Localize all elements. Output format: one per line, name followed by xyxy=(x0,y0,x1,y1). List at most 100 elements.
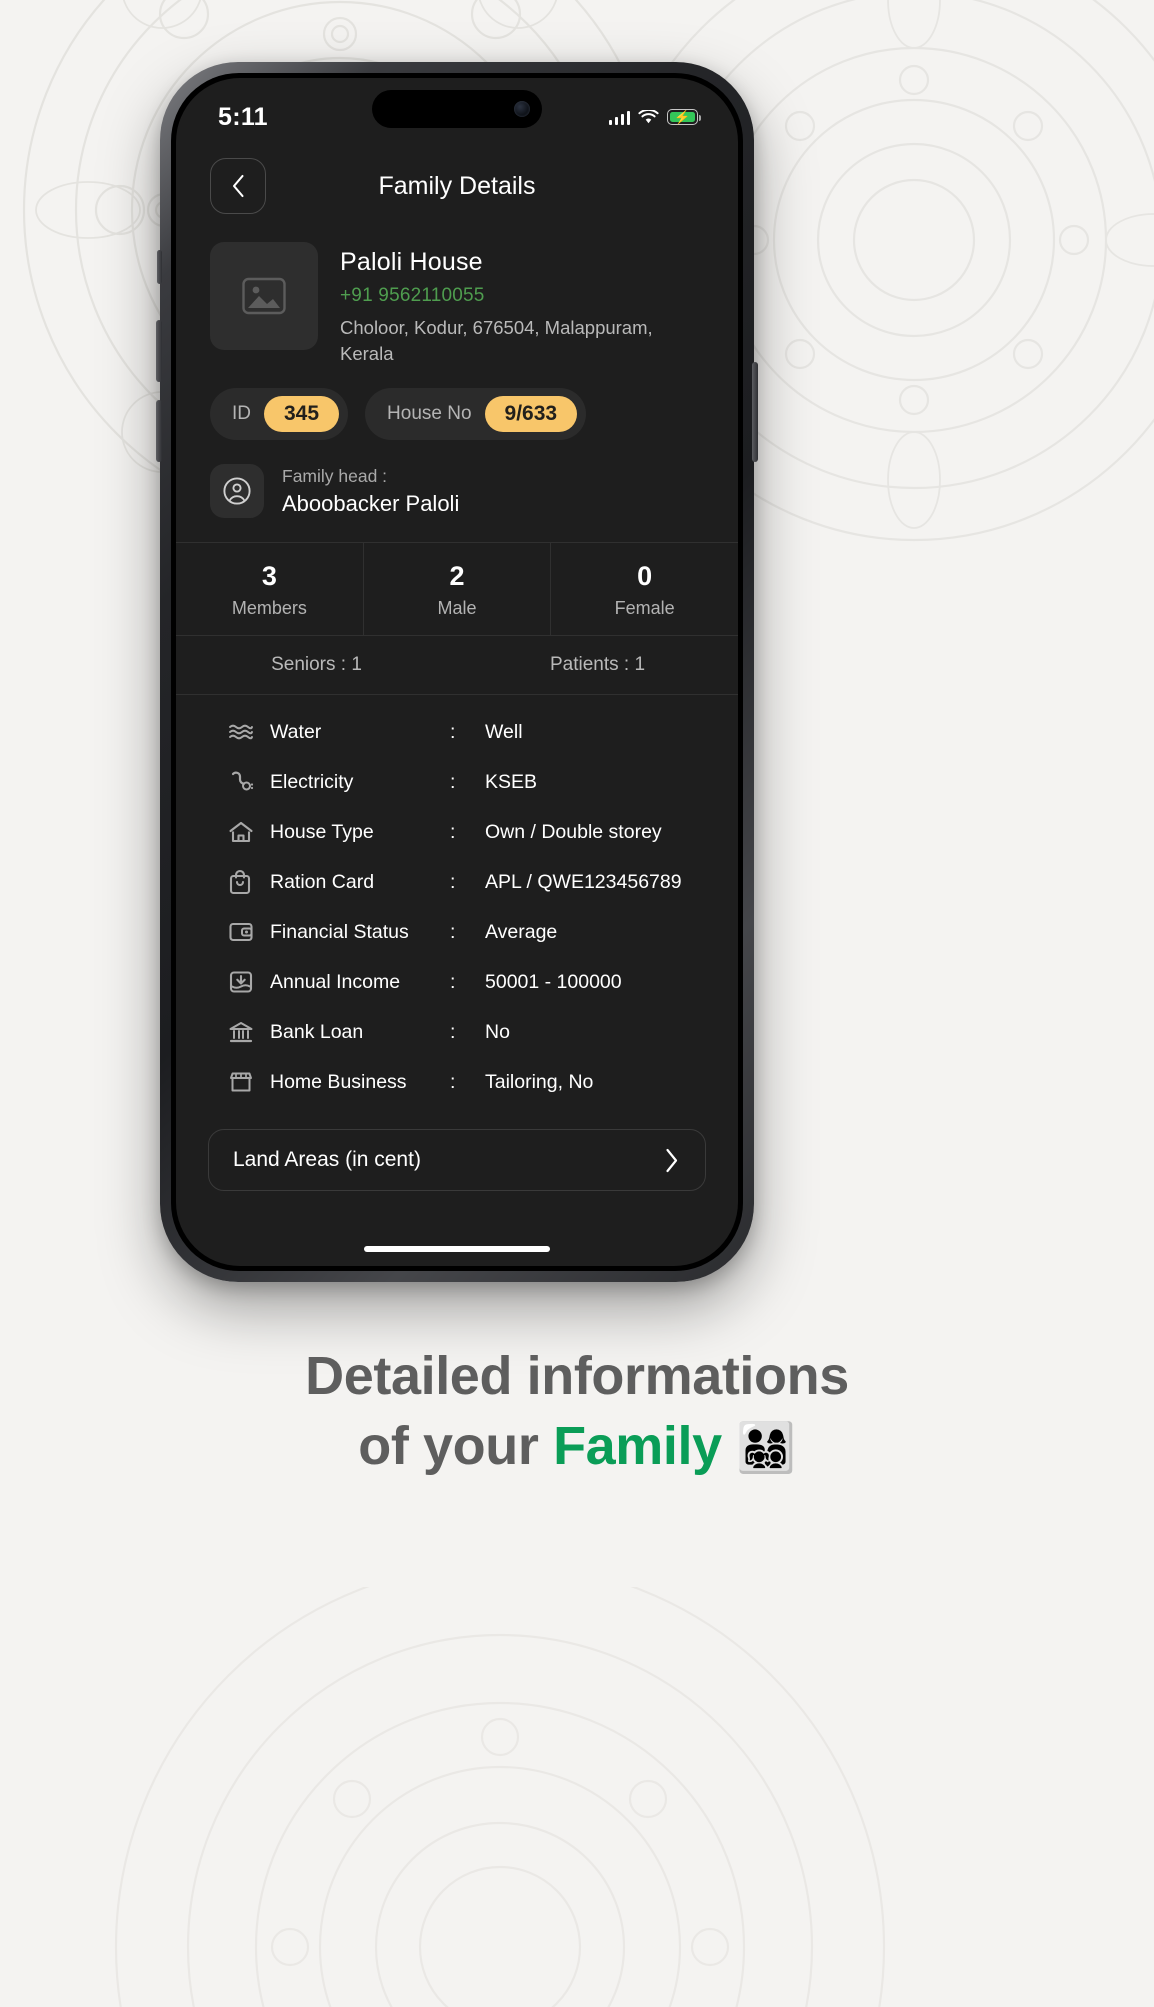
stat-members: 3 Members xyxy=(176,543,364,636)
cellular-signal-icon xyxy=(608,110,630,125)
house-info: Paloli House +91 9562110055 Choloor, Kod… xyxy=(340,242,670,366)
front-camera-icon xyxy=(514,101,530,117)
wallet-icon xyxy=(228,920,270,944)
house-name: Paloli House xyxy=(340,248,483,276)
status-bar: 5:11 ⚡ xyxy=(176,78,738,142)
detail-value-bank-loan: No xyxy=(485,1020,510,1043)
detail-list: Water : Well Electricity: KSEB House Ty… xyxy=(176,695,738,1107)
detail-row-home-business: Home Business : Tailoring, No xyxy=(228,1057,738,1107)
detail-label-water: Water xyxy=(270,720,322,743)
badge-id: ID 345 xyxy=(210,388,349,441)
promo-caption: Detailed informations of your Family 👨‍👩… xyxy=(0,1345,1154,1478)
stat-male-label: Male xyxy=(437,598,477,619)
caption-prefix: of your xyxy=(358,1415,554,1476)
phone-screen: 5:11 ⚡ Family Details Paloli House +91 9… xyxy=(176,78,738,1266)
family-head-label: Family head : xyxy=(282,465,388,486)
phone-frame: 5:11 ⚡ Family Details Paloli House +91 9… xyxy=(156,62,758,1282)
detail-row-electricity: Electricity : KSEB xyxy=(228,757,738,807)
stat-members-value: 3 xyxy=(261,561,277,592)
house-phone[interactable]: +91 9562110055 xyxy=(340,285,670,307)
detail-value-financial-status: Average xyxy=(485,920,558,943)
subcount-row: Seniors : 1 Patients : 1 xyxy=(176,635,738,696)
detail-row-financial-status: Financial Status : Average xyxy=(228,907,738,957)
subcount-seniors: Seniors : 1 xyxy=(271,654,362,676)
silent-switch[interactable] xyxy=(157,250,162,284)
detail-value-annual-income: 50001 - 100000 xyxy=(485,970,622,993)
home-indicator[interactable] xyxy=(364,1246,550,1252)
caption-line-1: Detailed informations xyxy=(305,1346,849,1406)
detail-label-ration-card: Ration Card xyxy=(270,870,375,893)
family-head-avatar xyxy=(210,464,264,519)
badge-row: ID 345 House No 9/633 xyxy=(176,366,738,441)
detail-colon-annual-income: : xyxy=(450,970,456,993)
volume-up-button[interactable] xyxy=(156,320,162,382)
home-icon xyxy=(228,820,270,844)
dynamic-island xyxy=(372,90,542,128)
detail-value-house-type: Own / Double storey xyxy=(485,820,662,843)
status-icons: ⚡ xyxy=(608,109,702,125)
charging-bolt-icon: ⚡ xyxy=(674,109,691,125)
family-head-texts: Family head : Aboobacker Paloli xyxy=(282,466,459,517)
power-button[interactable] xyxy=(752,362,758,462)
detail-colon-electricity: : xyxy=(450,770,456,793)
detail-colon-water: : xyxy=(450,720,456,743)
status-time: 5:11 xyxy=(218,102,268,131)
stat-female-label: Female xyxy=(614,598,675,619)
family-head-name: Aboobacker Paloli xyxy=(282,490,460,516)
stat-members-label: Members xyxy=(231,598,307,619)
stat-male: 2 Male xyxy=(364,543,552,636)
house-photo-placeholder[interactable] xyxy=(210,242,318,350)
family-details-content: Paloli House +91 9562110055 Choloor, Kod… xyxy=(176,220,738,1192)
stats-row: 3 Members 2 Male 0 Female xyxy=(176,542,738,636)
badge-house-no: House No 9/633 xyxy=(365,388,587,441)
detail-row-ration-card: Ration Card : APL / QWE123456789 xyxy=(228,857,738,907)
detail-colon-house-type: : xyxy=(450,820,456,843)
badge-id-label: ID xyxy=(232,403,251,425)
shopping-bag-icon xyxy=(228,869,270,895)
chevron-right-icon xyxy=(666,1148,678,1172)
detail-label-financial-status: Financial Status xyxy=(270,920,409,943)
detail-row-bank-loan: Bank Loan : No xyxy=(228,1007,738,1057)
family-head-row[interactable]: Family head : Aboobacker Paloli xyxy=(176,440,738,519)
detail-value-electricity: KSEB xyxy=(485,770,538,793)
detail-colon-home-business: : xyxy=(450,1070,456,1093)
detail-colon-bank-loan: : xyxy=(450,1020,456,1043)
detail-value-ration-card: APL / QWE123456789 xyxy=(485,870,682,893)
image-placeholder-icon xyxy=(242,277,286,315)
mandala-pattern-bottom xyxy=(115,1587,885,2007)
detail-value-home-business: Tailoring, No xyxy=(485,1070,594,1093)
family-emoji-icon: 👨‍👩‍👧‍👦 xyxy=(736,1421,796,1475)
detail-colon-ration-card: : xyxy=(450,870,456,893)
land-areas-label: Land Areas (in cent) xyxy=(233,1148,421,1172)
detail-label-house-type: House Type xyxy=(270,820,374,843)
land-areas-button[interactable]: Land Areas (in cent) xyxy=(208,1129,706,1192)
phone-bezel: 5:11 ⚡ Family Details Paloli House +91 9… xyxy=(171,73,743,1271)
badge-id-value: 345 xyxy=(264,396,340,433)
volume-down-button[interactable] xyxy=(156,400,162,462)
detail-row-annual-income: Annual Income : 50001 - 100000 xyxy=(228,957,738,1007)
income-tray-icon xyxy=(228,969,270,995)
detail-row-house-type: House Type : Own / Double storey xyxy=(228,807,738,857)
badge-house-no-label: House No xyxy=(387,403,472,425)
detail-label-electricity: Electricity xyxy=(270,770,354,793)
detail-value-water: Well xyxy=(485,720,523,743)
bank-icon xyxy=(228,1020,270,1044)
badge-house-no-value: 9/633 xyxy=(484,396,578,433)
detail-row-water: Water : Well xyxy=(228,707,738,757)
caption-accent-word: Family xyxy=(553,1415,722,1476)
caption-line-2: of your Family 👨‍👩‍👧‍👦 xyxy=(0,1415,1154,1479)
user-circle-icon xyxy=(223,477,251,505)
water-waves-icon xyxy=(228,722,270,742)
nav-bar: Family Details xyxy=(176,142,738,220)
detail-label-home-business: Home Business xyxy=(270,1070,407,1093)
back-button[interactable] xyxy=(210,158,266,214)
house-address: Choloor, Kodur, 676504, Malappuram, Kera… xyxy=(340,317,653,364)
storefront-icon xyxy=(228,1070,270,1094)
stat-male-value: 2 xyxy=(449,561,465,592)
stat-female-value: 0 xyxy=(637,561,653,592)
battery-charging-icon: ⚡ xyxy=(667,109,702,125)
house-summary-card: Paloli House +91 9562110055 Choloor, Kod… xyxy=(176,220,738,366)
detail-colon-financial-status: : xyxy=(450,920,456,943)
subcount-patients: Patients : 1 xyxy=(549,654,646,676)
detail-label-bank-loan: Bank Loan xyxy=(270,1020,364,1043)
